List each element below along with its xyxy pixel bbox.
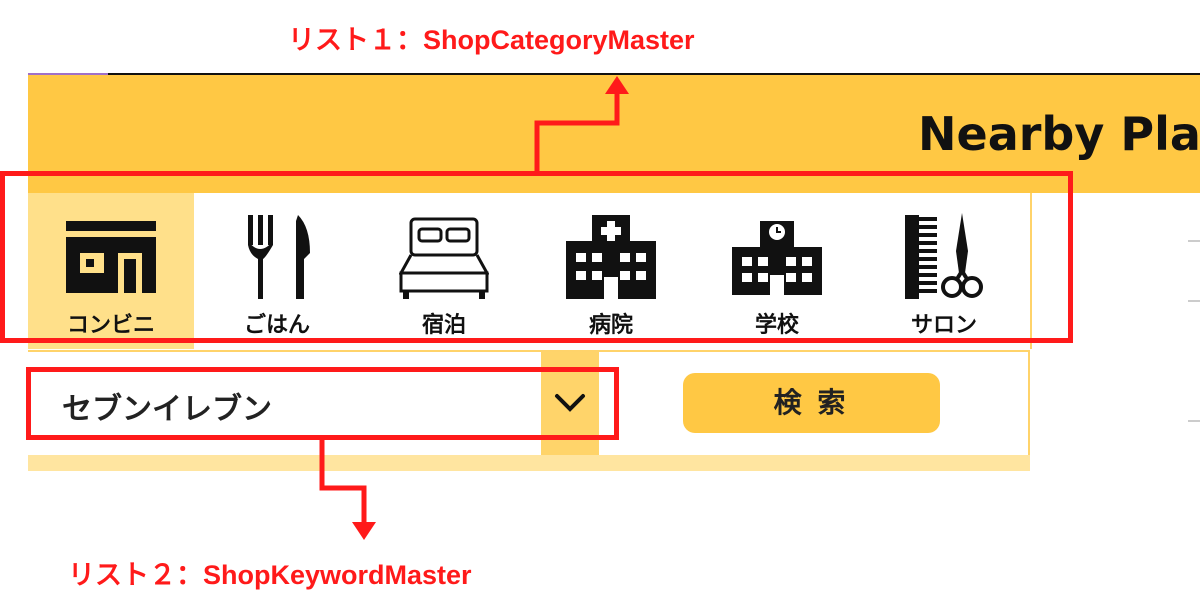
annotation-list2-label: リスト２：ShopKeywordMaster xyxy=(68,560,472,590)
connector-arrow-list1 xyxy=(534,76,629,171)
connector-arrow-list2 xyxy=(319,440,376,540)
annotation-connectors xyxy=(319,76,629,540)
